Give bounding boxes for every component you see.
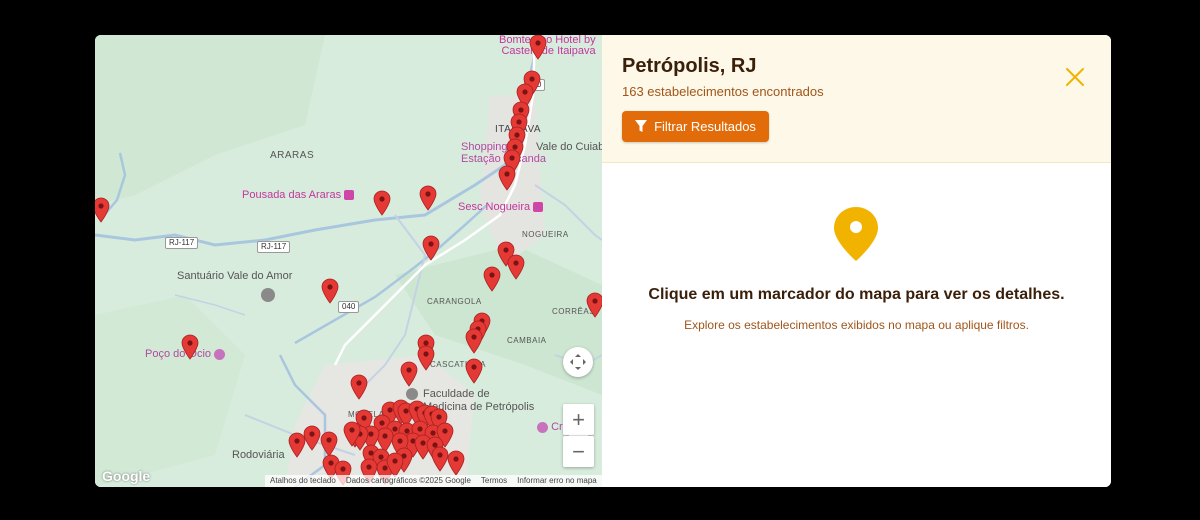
map-data-text: Dados cartográficos ©2025 Google (345, 476, 471, 485)
hotel-icon (344, 190, 355, 201)
empty-state-subtitle: Explore os estabelecimentos exibidos no … (684, 318, 1029, 332)
poi-pousada-das-araras[interactable]: Pousada das Araras (242, 189, 355, 201)
poi-label: Poço do Ocio (145, 348, 212, 360)
road-shield-rj117: RJ-117 (257, 241, 291, 253)
zoom-in-button[interactable]: + (563, 404, 594, 435)
zoom-out-button[interactable]: − (563, 436, 594, 467)
map-marker[interactable] (181, 334, 199, 360)
map-pin-icon (834, 207, 878, 261)
label-carangola: CARANGOLA (427, 297, 482, 306)
city-title: Petrópolis, RJ (622, 55, 757, 77)
poi-santuario[interactable]: Santuário Vale do Amor (177, 270, 292, 283)
label-araras: ARARAS (270, 150, 315, 161)
map-attribution: Atalhos do teclado Dados cartográficos ©… (265, 475, 602, 487)
map-marker[interactable] (586, 292, 602, 318)
map-marker[interactable] (498, 165, 516, 191)
poi-label-line-2: Castelo de Itaipava (501, 45, 596, 57)
terms-link[interactable]: Termos (476, 475, 512, 487)
map-marker[interactable] (419, 185, 437, 211)
road-shield-br040: 040 (338, 301, 360, 313)
filter-results-label: Filtrar Resultados (654, 119, 756, 134)
filter-results-button[interactable]: Filtrar Resultados (622, 111, 769, 142)
map-marker[interactable] (95, 197, 110, 223)
road-shield-rj117: RJ-117 (165, 237, 199, 249)
map-marker[interactable] (465, 328, 483, 354)
map-marker[interactable] (422, 235, 440, 261)
camera-icon (214, 348, 226, 360)
poi-label-line-1: Faculdade de (423, 388, 490, 400)
keyboard-shortcuts-link[interactable]: Atalhos do teclado (265, 475, 341, 487)
hotel-icon (533, 202, 544, 213)
panel-header: Petrópolis, RJ 163 estabelecimentos enco… (602, 35, 1111, 163)
filter-icon (635, 120, 648, 132)
google-logo: Google (102, 468, 151, 484)
map-marker[interactable] (288, 432, 306, 458)
close-icon[interactable] (1063, 65, 1087, 89)
map-view[interactable]: ARARAS ITAIPAVA NOGUEIRA CARANGOLA CORRÊ… (95, 35, 602, 487)
expand-arrows-icon (570, 354, 586, 370)
place-of-worship-icon (261, 288, 275, 302)
map-marker[interactable] (343, 421, 361, 447)
map-marker[interactable] (321, 278, 339, 304)
results-count: 163 estabelecimentos encontrados (622, 84, 824, 99)
report-error-link[interactable]: Informar erro no mapa (512, 475, 602, 487)
map-marker[interactable] (529, 35, 547, 60)
map-marker[interactable] (417, 345, 435, 371)
poi-sesc-nogueira[interactable]: Sesc Nogueira (458, 201, 544, 213)
poi-label: Pousada das Araras (242, 189, 342, 201)
map-marker[interactable] (465, 358, 483, 384)
location-modal: ARARAS ITAIPAVA NOGUEIRA CARANGOLA CORRÊ… (95, 35, 1111, 487)
map-marker[interactable] (400, 361, 418, 387)
map-marker[interactable] (447, 450, 465, 476)
label-rodoviaria: Rodoviária (232, 449, 285, 461)
empty-state-title: Clique em um marcador do mapa para ver o… (648, 286, 1065, 303)
label-vale-do-cuiaba: Vale do Cuiabá (536, 141, 602, 153)
map-marker[interactable] (350, 374, 368, 400)
camera-icon (537, 421, 548, 433)
map-marker[interactable] (483, 266, 501, 292)
poi-label: Sesc Nogueira (458, 201, 531, 213)
poi-bomtempo-hotel[interactable]: Bomtempo Hotel by Castelo de Itaipava (499, 35, 596, 57)
map-marker[interactable] (373, 190, 391, 216)
label-nogueira: NOGUEIRA (522, 230, 569, 239)
details-panel: Petrópolis, RJ 163 estabelecimentos enco… (602, 35, 1111, 487)
map-marker[interactable] (507, 254, 525, 280)
fullscreen-button[interactable] (563, 347, 593, 377)
label-cambaia: CAMBAIA (507, 336, 547, 345)
